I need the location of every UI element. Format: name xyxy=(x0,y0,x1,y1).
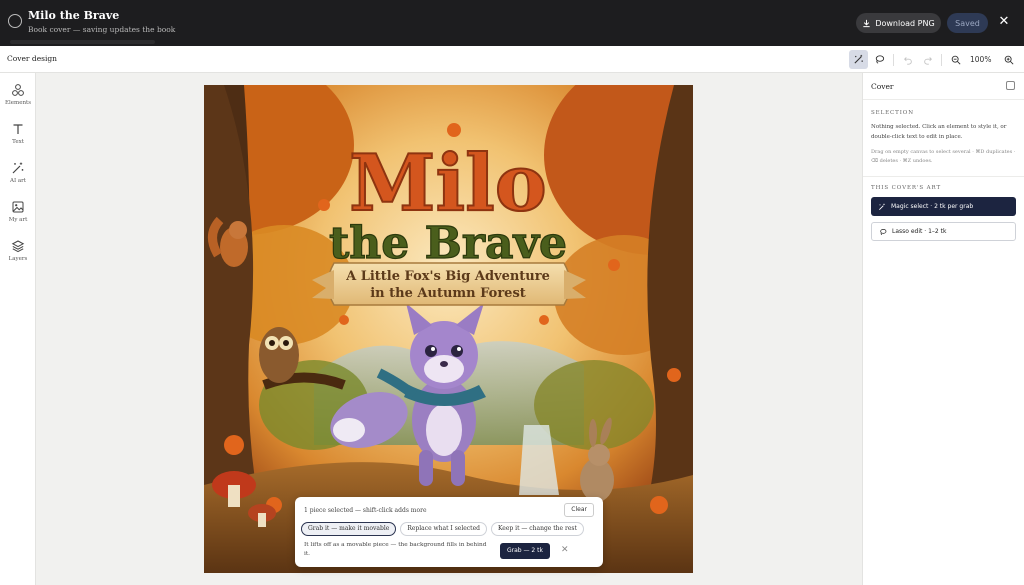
panel-header: Cover xyxy=(863,73,1024,100)
selection-popover: 1 piece selected — shift-click adds more… xyxy=(295,497,603,567)
magic-select-tool[interactable] xyxy=(849,50,868,69)
zoom-out-button[interactable] xyxy=(946,50,965,69)
rail-item-layers[interactable]: Layers xyxy=(0,239,36,262)
rail-label-layers: Layers xyxy=(8,256,28,262)
undo-button[interactable] xyxy=(898,50,917,69)
cover-banner-line1[interactable]: A Little Fox's Big Adventure xyxy=(345,269,550,284)
panel-collapse-icon[interactable] xyxy=(1006,81,1015,90)
close-icon[interactable]: ✕ xyxy=(996,14,1012,30)
magic-wand-icon xyxy=(12,162,24,174)
top-bar: Milo the Brave Book cover — saving updat… xyxy=(0,0,1024,46)
rail-label-ai-art: AI art xyxy=(9,178,26,184)
grab-button[interactable]: Grab — 2 tk xyxy=(500,543,550,559)
toolbar-divider xyxy=(941,54,942,66)
left-tool-rail: Elements Text AI art My art Layers xyxy=(0,73,36,585)
lasso-icon xyxy=(875,55,885,64)
saved-button[interactable]: Saved xyxy=(947,13,988,33)
download-icon xyxy=(863,19,870,27)
rail-label-my-art: My art xyxy=(8,217,28,223)
editor-title: Cover design xyxy=(7,54,58,63)
image-icon xyxy=(12,201,24,213)
chip-keep-it[interactable]: Keep it — change the rest xyxy=(490,522,584,536)
panel-title: Cover xyxy=(871,82,894,91)
selection-shortcuts-hint: Drag on empty canvas to select several ·… xyxy=(871,149,1016,164)
redo-icon xyxy=(923,56,932,65)
magic-select-label: Magic select · 2 tk per grab xyxy=(891,203,974,210)
zoom-level: 100% xyxy=(970,55,992,64)
rail-item-text[interactable]: Text xyxy=(0,122,36,145)
download-png-label: Download PNG xyxy=(875,18,935,28)
document-title[interactable]: Milo the Brave xyxy=(28,9,175,22)
lasso-edit-label: Lasso edit · 1–2 tk xyxy=(892,228,947,235)
zoom-out-icon xyxy=(951,55,960,64)
app-logo-icon[interactable] xyxy=(8,14,22,28)
lasso-icon xyxy=(880,228,887,235)
redo-button[interactable] xyxy=(918,50,937,69)
selection-section-label: SELECTION xyxy=(871,110,914,116)
selection-action-chips: Grab it — make it movable Replace what I… xyxy=(301,522,584,536)
lasso-edit-button[interactable]: Lasso edit · 1–2 tk xyxy=(871,222,1016,241)
text-icon xyxy=(13,124,23,134)
download-png-button[interactable]: Download PNG xyxy=(856,13,941,33)
magic-wand-icon xyxy=(854,54,863,64)
art-section-label: THIS COVER'S ART xyxy=(871,185,942,191)
selection-status: 1 piece selected — shift-click adds more xyxy=(304,507,427,514)
action-description: It lifts off as a movable piece — the ba… xyxy=(304,542,487,557)
lasso-tool[interactable] xyxy=(870,50,889,69)
title-underline xyxy=(10,40,155,44)
toolbar-divider xyxy=(893,54,894,66)
document-title-block: Milo the Brave Book cover — saving updat… xyxy=(28,9,175,34)
undo-icon xyxy=(903,56,912,65)
panel-divider xyxy=(863,176,1024,177)
rail-item-my-art[interactable]: My art xyxy=(0,200,36,223)
rail-label-elements: Elements xyxy=(4,100,32,106)
magic-select-button[interactable]: Magic select · 2 tk per grab xyxy=(871,197,1016,216)
rail-item-ai-art[interactable]: AI art xyxy=(0,161,36,184)
layers-icon xyxy=(11,240,25,253)
zoom-in-icon xyxy=(1004,55,1013,64)
magic-wand-icon xyxy=(879,203,885,210)
dismiss-popover-icon[interactable]: ✕ xyxy=(561,545,569,555)
editor-toolbar: Cover design 100% xyxy=(0,46,1024,73)
clear-selection-button[interactable]: Clear xyxy=(564,503,594,517)
properties-panel: Cover SELECTION Nothing selected. Click … xyxy=(862,73,1024,585)
selection-help-text: Nothing selected. Click an element to st… xyxy=(871,124,1007,140)
document-subtitle: Book cover — saving updates the book xyxy=(28,25,176,34)
cover-banner-line2[interactable]: in the Autumn Forest xyxy=(370,286,526,301)
chip-grab-it[interactable]: Grab it — make it movable xyxy=(301,522,397,536)
chip-replace-selected[interactable]: Replace what I selected xyxy=(400,522,487,536)
cover-title-line1[interactable]: Milo xyxy=(348,137,548,230)
shapes-icon xyxy=(12,84,24,96)
cover-title-line2[interactable]: the Brave xyxy=(328,217,567,269)
rail-label-text: Text xyxy=(12,139,24,145)
rail-item-elements[interactable]: Elements xyxy=(0,83,36,106)
zoom-in-button[interactable] xyxy=(999,50,1018,69)
